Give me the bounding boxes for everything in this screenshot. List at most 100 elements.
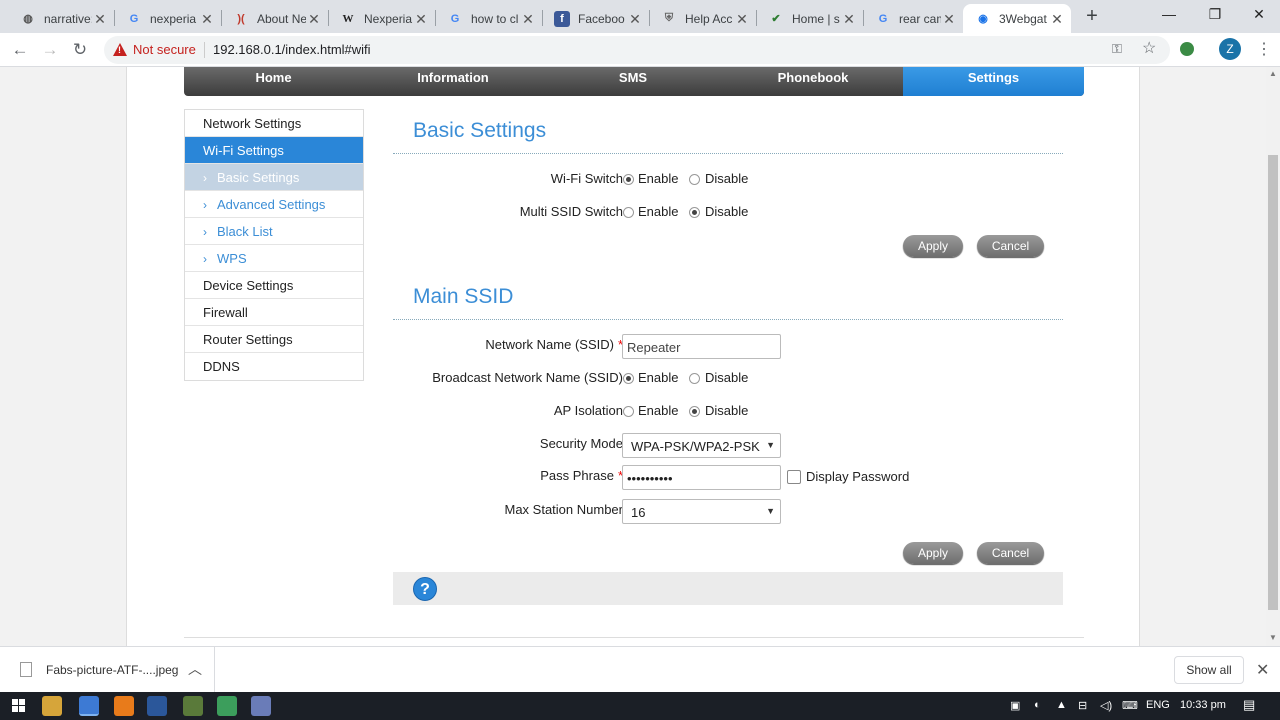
maximize-icon[interactable]: ❐ [1192,0,1238,30]
ap-isolation-enable-radio[interactable] [623,406,634,417]
pass-phrase-input[interactable]: •••••••••• [622,465,781,490]
browser-tab-4[interactable]: W Nexperia ✕ [328,4,435,33]
nav-settings[interactable]: Settings [903,67,1084,96]
clock[interactable]: 10:33 pm [1180,699,1226,711]
tab-close-icon[interactable]: ✕ [1049,11,1065,27]
select-value: WPA-PSK/WPA2-PSK [631,439,760,454]
basic-cancel-button[interactable]: Cancel [977,235,1044,257]
tray-app-icon[interactable]: ▣ [1010,699,1020,712]
sidebar-subitem-wps[interactable]: › WPS [185,245,363,272]
max-station-select[interactable]: 16 ▼ [622,499,781,524]
ssid-input[interactable]: Repeater [622,334,781,359]
display-password-label[interactable]: Display Password [806,469,909,484]
sidebar-subitem-advanced-settings[interactable]: › Advanced Settings [185,191,363,218]
help-question-icon[interactable]: ? [413,577,437,601]
chevron-up-icon[interactable]: ︿ [188,659,202,679]
forward-arrow-icon[interactable]: → [39,39,61,61]
reload-icon[interactable]: ↻ [69,39,91,61]
nav-home[interactable]: Home [184,67,363,96]
wifi-switch-enable-radio[interactable] [623,174,634,185]
profile-avatar[interactable]: Z [1219,38,1241,60]
ssid-cancel-button[interactable]: Cancel [977,542,1044,564]
browser-tab-1[interactable]: ◍ narrative: ✕ [8,4,114,33]
nav-sms[interactable]: SMS [543,67,723,96]
ime-icon[interactable]: ⌨ [1122,699,1138,712]
vlc-icon[interactable] [114,696,134,716]
network-icon[interactable]: ⊟ [1078,699,1087,712]
google-g-icon: G [129,12,139,25]
close-shelf-icon[interactable]: ✕ [1256,660,1269,680]
sidebar-item-firewall[interactable]: Firewall [185,299,363,326]
ssid-apply-button[interactable]: Apply [903,542,963,564]
browser-tab-9[interactable]: G rear cam ✕ [863,4,963,33]
tab-close-icon[interactable]: ✕ [734,11,750,27]
browser-tab-10[interactable]: ◉ 3Webgat ✕ [963,4,1071,33]
sidebar-item-device-settings[interactable]: Device Settings [185,272,363,299]
new-tab-plus-icon[interactable]: + [1081,6,1103,28]
edge-app-icon[interactable] [217,696,237,716]
scroll-up-arrow-icon[interactable]: ▲ [1269,69,1277,78]
sidebar-subitem-basic-settings[interactable]: › Basic Settings [185,164,363,191]
broadcast-enable-radio[interactable] [623,373,634,384]
display-password-checkbox[interactable] [787,470,801,484]
chrome-app-icon[interactable] [79,696,99,716]
show-all-button[interactable]: Show all [1174,656,1244,684]
multi-ssid-disable-radio[interactable] [689,207,700,218]
browser-tab-2[interactable]: G nexperia ✕ [114,4,221,33]
back-arrow-icon[interactable]: ← [9,39,31,61]
sidebar-item-wifi-settings[interactable]: Wi-Fi Settings [185,137,363,164]
broadcast-disable-radio[interactable] [689,373,700,384]
sidebar-subitem-black-list[interactable]: › Black List [185,218,363,245]
wifi-switch-disable-radio[interactable] [689,174,700,185]
sidebar-item-network-settings[interactable]: Network Settings [185,110,363,137]
browser-tab-5[interactable]: G how to cl ✕ [435,4,542,33]
basic-apply-button[interactable]: Apply [903,235,963,257]
file-explorer-icon[interactable] [42,696,62,716]
tab-title: rear cam [899,11,941,26]
app-icon[interactable] [251,696,271,716]
nav-information[interactable]: Information [363,67,543,96]
not-secure-label[interactable]: Not secure [133,42,196,57]
tray-network-app-icon[interactable]: ◐ [1034,699,1041,711]
multi-ssid-enable-radio[interactable] [623,207,634,218]
browser-tab-8[interactable]: ✔ Home | s ✕ [756,4,863,33]
ap-isolation-disable-radio[interactable] [689,406,700,417]
sidebar-item-router-settings[interactable]: Router Settings [185,326,363,353]
download-item[interactable]: Fabs-picture-ATF-....jpeg ︿ [0,647,215,693]
address-bar[interactable]: ! Not secure 192.168.0.1/index.html#wifi [104,36,1170,64]
language-indicator[interactable]: ENG [1146,699,1170,711]
browser-tab-6[interactable]: f Faceboo ✕ [542,4,649,33]
notifications-icon[interactable]: ▤ [1243,697,1255,713]
sidebar-item-ddns[interactable]: DDNS [185,353,363,380]
kebab-menu-icon[interactable]: ⋮ [1256,39,1272,59]
browser-tab-3[interactable]: )( About Ne ✕ [221,4,328,33]
scroll-down-arrow-icon[interactable]: ▼ [1269,633,1277,642]
key-icon[interactable]: ⚿ [1112,41,1122,57]
windows-start-icon[interactable] [12,699,26,713]
word-icon[interactable] [147,696,167,716]
tab-close-icon[interactable]: ✕ [941,11,957,27]
page-scrollbar[interactable]: ▲ ▼ [1266,67,1280,646]
window-close-icon[interactable]: ✕ [1236,0,1280,30]
url-text[interactable]: 192.168.0.1/index.html#wifi [213,42,371,57]
extension-icon[interactable] [1180,42,1194,56]
nav-phonebook[interactable]: Phonebook [723,67,903,96]
tab-title: how to cl [471,11,519,26]
bookmark-star-icon[interactable]: ☆ [1142,38,1156,58]
tray-vlc-icon[interactable]: ▲ [1056,699,1067,711]
file-icon [20,662,32,677]
app-grid-icon[interactable] [183,696,203,716]
minimize-icon[interactable]: — [1146,0,1192,30]
scrollbar-thumb[interactable] [1268,155,1278,610]
security-mode-select[interactable]: WPA-PSK/WPA2-PSK ▼ [622,433,781,458]
tab-close-icon[interactable]: ✕ [627,11,643,27]
volume-icon[interactable]: ◁) [1100,699,1112,712]
tab-close-icon[interactable]: ✕ [92,11,108,27]
tab-close-icon[interactable]: ✕ [306,11,322,27]
google-g-icon: G [878,12,888,25]
tab-close-icon[interactable]: ✕ [413,11,429,27]
tab-close-icon[interactable]: ✕ [199,11,215,27]
tab-close-icon[interactable]: ✕ [520,11,536,27]
browser-tab-7[interactable]: ⛨ Help Acc ✕ [649,4,756,33]
tab-close-icon[interactable]: ✕ [841,11,857,27]
